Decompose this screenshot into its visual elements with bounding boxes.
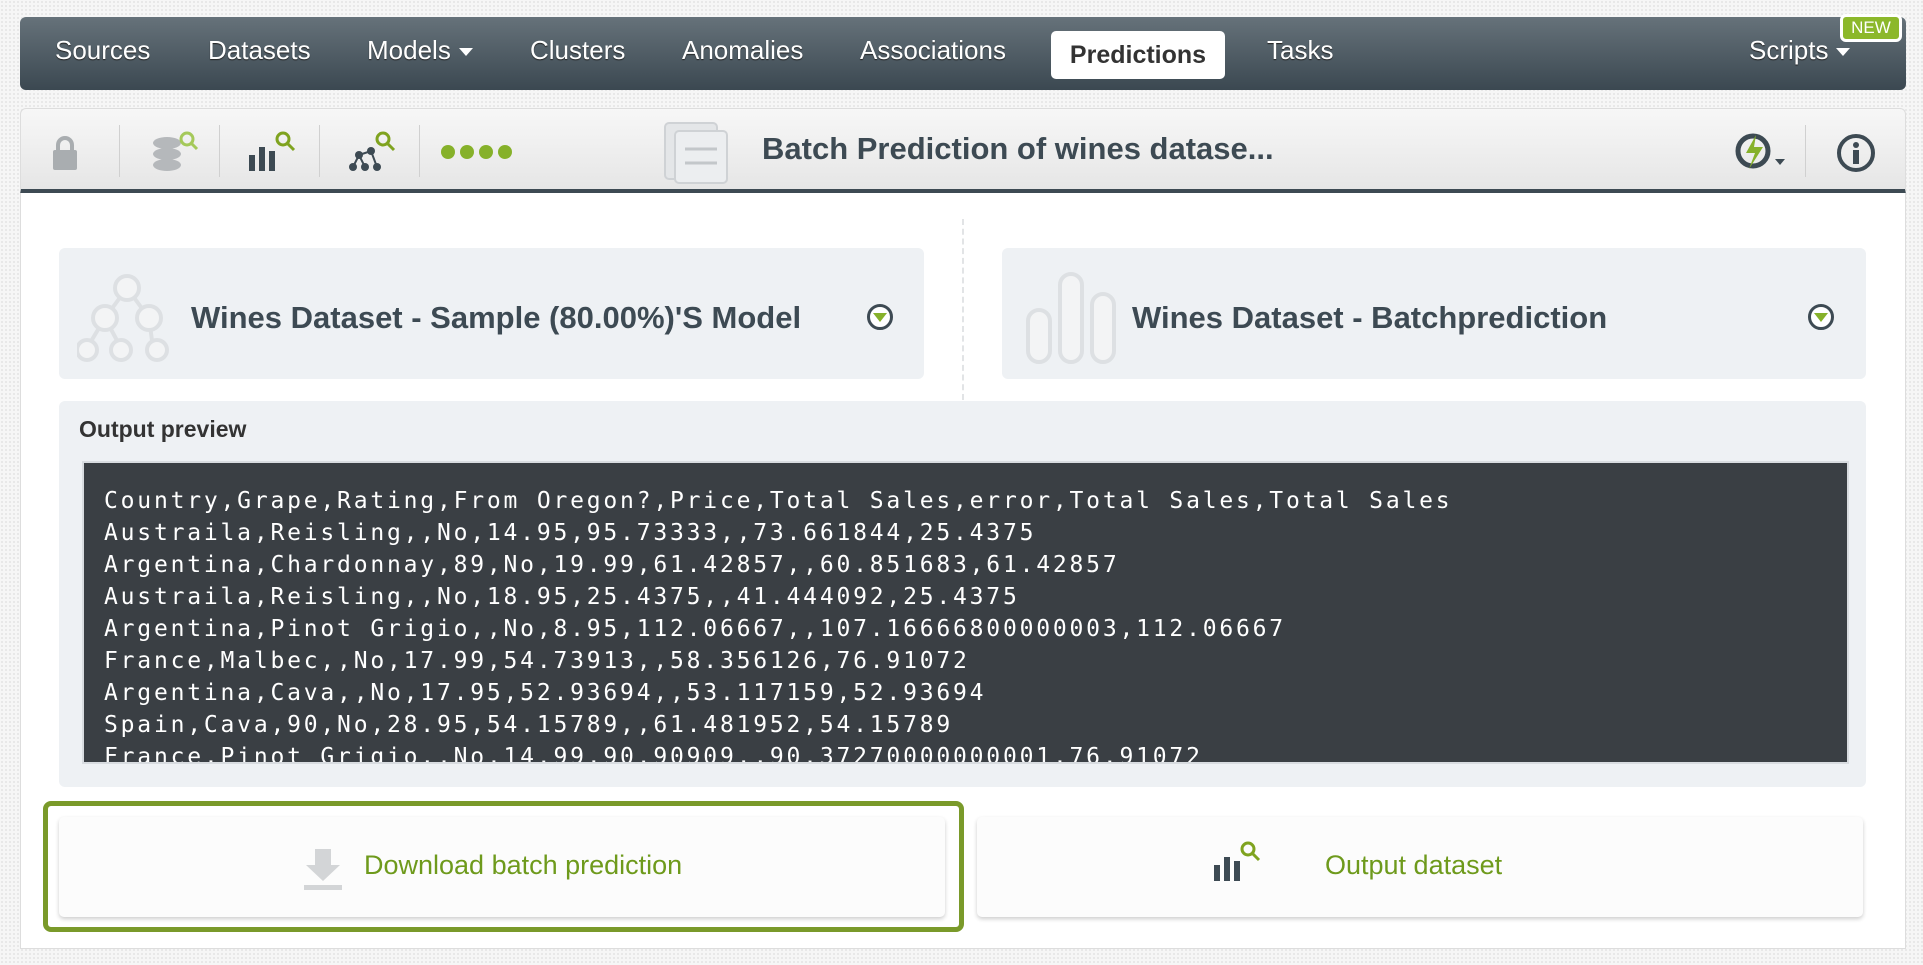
model-icon[interactable] (347, 129, 397, 175)
csv-line: Spain,Cava,90,No,28.95,54.15789,,61.4819… (104, 712, 954, 738)
download-icon (304, 849, 342, 890)
nav-sources[interactable]: Sources (55, 35, 150, 66)
output-dataset-label: Output dataset (1325, 850, 1503, 880)
download-label: Download batch prediction (364, 850, 683, 880)
output-dataset-button[interactable]: Output dataset (977, 817, 1863, 917)
nav-clusters[interactable]: Clusters (530, 35, 625, 66)
nav-models[interactable]: Models (367, 35, 473, 66)
divider (962, 219, 964, 400)
csv-line: France,Malbec,,No,17.99,54.73913,,58.356… (104, 648, 970, 674)
nav-scripts[interactable]: Scripts (1749, 35, 1851, 66)
page-title: Batch Prediction of wines datase... (762, 131, 1274, 166)
divider (319, 125, 320, 177)
batch-prediction-icon (664, 122, 728, 184)
chart-icon[interactable] (247, 129, 297, 175)
toolbar: Batch Prediction of wines datase... (20, 108, 1906, 194)
nav-scripts-label: Scripts (1749, 35, 1829, 65)
dropdown-toggle-icon[interactable] (867, 304, 893, 330)
model-card[interactable]: Wines Dataset - Sample (80.00%)'S Model (59, 248, 924, 379)
nav-associations[interactable]: Associations (860, 35, 1006, 66)
dropdown-toggle-icon[interactable] (1808, 304, 1834, 330)
reify-icon[interactable] (1731, 129, 1787, 175)
divider (1805, 125, 1806, 177)
csv-line: Argentina,Pinot Grigio,,No,8.95,112.0666… (104, 616, 1286, 642)
lock-icon[interactable] (51, 135, 79, 171)
tree-model-icon (77, 274, 169, 362)
csv-line: France,Pinot Grigio,,No,14.99,90.90909,,… (104, 744, 1203, 764)
csv-line: Argentina,Chardonnay,89,No,19.99,61.4285… (104, 552, 1120, 578)
nav-anomalies[interactable]: Anomalies (682, 35, 803, 66)
divider (119, 125, 120, 177)
csv-line: Austraila,Reisling,,No,14.95,95.73333,,7… (104, 520, 1037, 546)
nav-datasets[interactable]: Datasets (208, 35, 311, 66)
download-batch-prediction-button[interactable]: Download batch prediction (59, 817, 945, 917)
output-preview-text[interactable]: Country,Grape,Rating,From Oregon?,Price,… (82, 461, 1849, 764)
new-badge: NEW (1840, 14, 1902, 42)
dataset-card[interactable]: Wines Dataset - Batchprediction (1002, 248, 1866, 379)
caret-down-icon (1836, 48, 1851, 57)
csv-line: Austraila,Reisling,,No,18.95,25.4375,,41… (104, 584, 1020, 610)
dataset-icon[interactable] (149, 129, 201, 175)
divider (219, 125, 220, 177)
nav-models-label: Models (367, 35, 451, 65)
divider (419, 125, 420, 177)
csv-line: Argentina,Cava,,No,17.95,52.93694,,53.11… (104, 680, 987, 706)
dots-icon[interactable] (439, 143, 519, 161)
dataset-chart-icon (1214, 841, 1261, 881)
caret-down-icon (458, 48, 473, 57)
csv-line: Country,Grape,Rating,From Oregon?,Price,… (104, 488, 1453, 514)
info-icon[interactable] (1836, 133, 1876, 173)
top-nav: Sources Datasets Models Clusters Anomali… (20, 17, 1906, 90)
dataset-bars-icon (1026, 272, 1116, 364)
nav-tasks[interactable]: Tasks (1267, 35, 1333, 66)
output-preview-label: Output preview (79, 416, 247, 442)
model-name: Wines Dataset - Sample (80.00%)'S Model (191, 300, 802, 335)
dataset-name: Wines Dataset - Batchprediction (1132, 300, 1608, 335)
nav-predictions[interactable]: Predictions (1051, 31, 1225, 79)
